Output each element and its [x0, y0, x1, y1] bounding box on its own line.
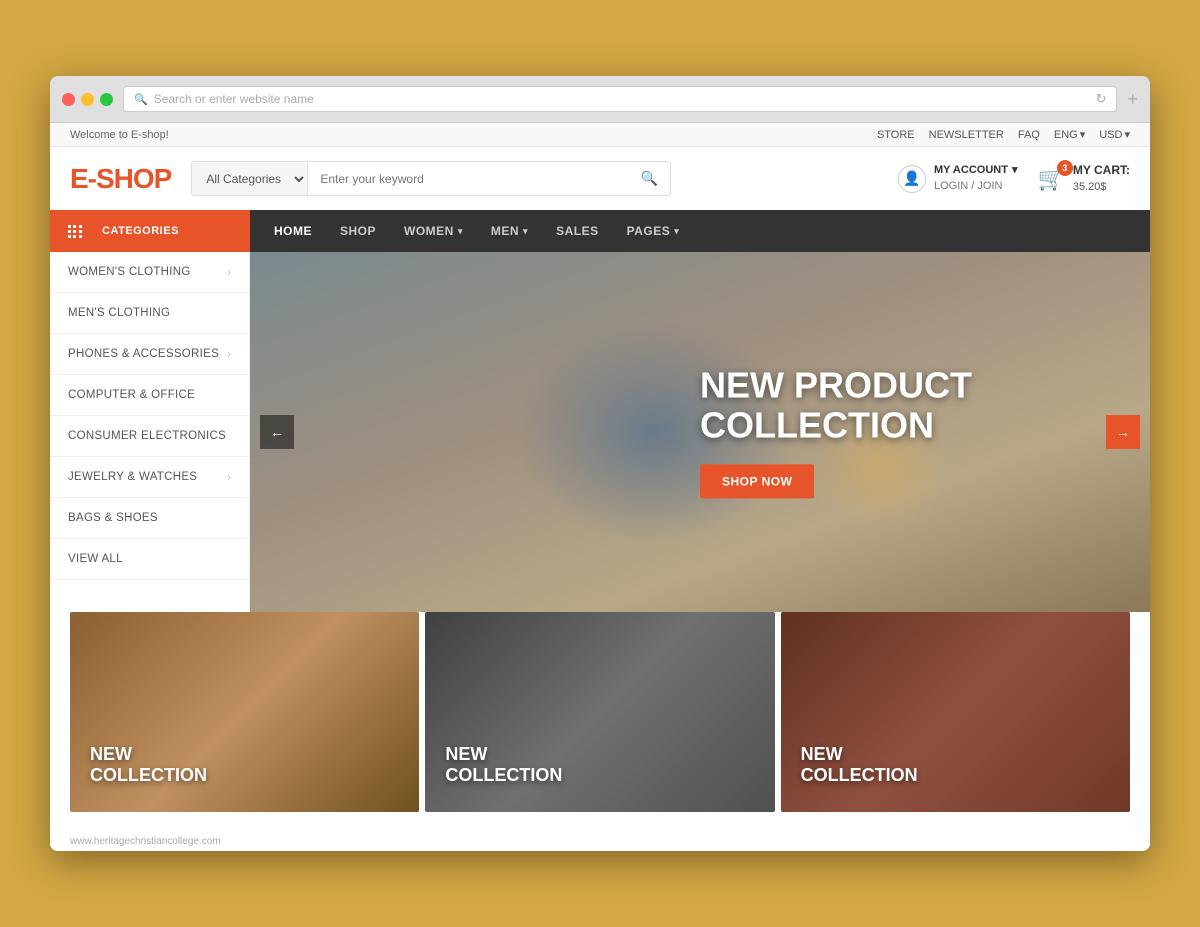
- maximize-dot[interactable]: [100, 93, 113, 106]
- site-header: E-SHOP All Categories 🔍 👤 MY ACCOUNT ▾: [50, 147, 1150, 210]
- close-dot[interactable]: [62, 93, 75, 106]
- phones-arrow-icon: ›: [227, 349, 231, 360]
- nav-bar: CATEGORIES HOME SHOP WOMEN ▾ MEN ▾ SALES…: [50, 210, 1150, 252]
- nav-women[interactable]: WOMEN ▾: [390, 210, 477, 252]
- cart-count-badge: 3: [1057, 160, 1073, 176]
- sidebar-item-phones[interactable]: PHONES & ACCESSORIES ›: [50, 334, 249, 375]
- pages-chevron-icon: ▾: [674, 226, 679, 237]
- search-icon: 🔍: [134, 93, 148, 106]
- jewelry-arrow-icon: ›: [227, 472, 231, 483]
- welcome-text: Welcome to E-shop!: [70, 129, 169, 141]
- content-area: WOMEN'S CLOTHING › MEN'S CLOTHING PHONES…: [50, 252, 1150, 612]
- promo-card-2[interactable]: NEW COLLECTION: [425, 612, 774, 812]
- cart-amount: 35.20$: [1073, 181, 1107, 193]
- men-chevron-icon: ▾: [523, 226, 528, 237]
- footer-url: www.heritagechristiancollege.com: [50, 832, 1150, 851]
- sidebar-item-womens-clothing[interactable]: WOMEN'S CLOTHING ›: [50, 252, 249, 293]
- shop-now-button[interactable]: SHOP NOW: [700, 465, 814, 499]
- address-bar[interactable]: 🔍 Search or enter website name ↻: [123, 86, 1117, 112]
- sidebar-item-jewelry[interactable]: JEWELRY & WATCHES ›: [50, 457, 249, 498]
- promo-section: NEW COLLECTION NEW COLLECTION NEW COLLEC…: [50, 612, 1150, 832]
- logo-shop: SHOP: [96, 163, 171, 194]
- sidebar-item-view-all[interactable]: VIEW ALL: [50, 539, 249, 580]
- women-chevron-icon: ▾: [458, 226, 463, 237]
- minimize-dot[interactable]: [81, 93, 94, 106]
- address-text: Search or enter website name: [154, 92, 314, 106]
- cart-section[interactable]: 🛒 3 MY CART: 35.20$: [1037, 162, 1130, 195]
- account-chevron-icon: ▾: [1012, 163, 1018, 178]
- category-select[interactable]: All Categories: [192, 163, 308, 195]
- categories-label: CATEGORIES: [102, 225, 179, 237]
- promo-label-2: NEW COLLECTION: [445, 744, 562, 787]
- sidebar-item-computer[interactable]: COMPUTER & OFFICE: [50, 375, 249, 416]
- cart-label: MY CART:: [1073, 163, 1130, 177]
- account-label: MY ACCOUNT ▾: [934, 163, 1017, 178]
- hero-prev-button[interactable]: ←: [260, 415, 294, 449]
- hero-slider: NEW PRODUCT COLLECTION SHOP NOW ← →: [250, 252, 1150, 612]
- account-text: MY ACCOUNT ▾ LOGIN / JOIN: [934, 163, 1017, 194]
- promo-card-1[interactable]: NEW COLLECTION: [70, 612, 419, 812]
- faq-link[interactable]: FAQ: [1018, 129, 1040, 141]
- lang-chevron-icon: ▾: [1080, 128, 1086, 141]
- sidebar-item-mens-clothing[interactable]: MEN'S CLOTHING: [50, 293, 249, 334]
- hero-title: NEW PRODUCT COLLECTION: [700, 365, 972, 444]
- hero-next-button[interactable]: →: [1106, 415, 1140, 449]
- categories-button[interactable]: CATEGORIES: [50, 210, 250, 252]
- currency-dropdown[interactable]: USD ▾: [1099, 128, 1130, 141]
- promo-card-3[interactable]: NEW COLLECTION: [781, 612, 1130, 812]
- logo[interactable]: E-SHOP: [70, 163, 171, 195]
- user-icon: 👤: [898, 165, 926, 193]
- promo-label-1: NEW COLLECTION: [90, 744, 207, 787]
- nav-sales[interactable]: SALES: [542, 210, 613, 252]
- refresh-icon[interactable]: ↻: [1096, 91, 1107, 107]
- hero-content: NEW PRODUCT COLLECTION SHOP NOW: [700, 365, 972, 498]
- nav-pages[interactable]: PAGES ▾: [613, 210, 694, 252]
- currency-chevron-icon: ▾: [1124, 128, 1130, 141]
- search-input[interactable]: [308, 164, 629, 194]
- main-navigation: HOME SHOP WOMEN ▾ MEN ▾ SALES PAGES ▾: [250, 210, 703, 252]
- sidebar-item-consumer-electronics[interactable]: CONSUMER ELECTRONICS: [50, 416, 249, 457]
- logo-e: E-: [70, 163, 96, 194]
- nav-home[interactable]: HOME: [260, 210, 326, 252]
- sidebar: WOMEN'S CLOTHING › MEN'S CLOTHING PHONES…: [50, 252, 250, 612]
- search-area: All Categories 🔍: [191, 161, 671, 196]
- newsletter-link[interactable]: NEWSLETTER: [929, 129, 1004, 141]
- womens-arrow-icon: ›: [227, 267, 231, 278]
- language-dropdown[interactable]: ENG ▾: [1054, 128, 1085, 141]
- grid-menu-icon: [68, 225, 82, 238]
- cart-text: MY CART: 35.20$: [1073, 162, 1130, 195]
- account-section[interactable]: 👤 MY ACCOUNT ▾ LOGIN / JOIN: [898, 163, 1017, 194]
- promo-label-3: NEW COLLECTION: [801, 744, 918, 787]
- nav-shop[interactable]: SHOP: [326, 210, 390, 252]
- login-join-link[interactable]: LOGIN / JOIN: [934, 180, 1002, 192]
- top-bar: Welcome to E-shop! STORE NEWSLETTER FAQ …: [50, 123, 1150, 147]
- new-tab-button[interactable]: +: [1127, 89, 1138, 110]
- nav-men[interactable]: MEN ▾: [477, 210, 542, 252]
- store-link[interactable]: STORE: [877, 129, 915, 141]
- sidebar-item-bags-shoes[interactable]: BAGS & SHOES: [50, 498, 249, 539]
- search-button[interactable]: 🔍: [629, 162, 670, 195]
